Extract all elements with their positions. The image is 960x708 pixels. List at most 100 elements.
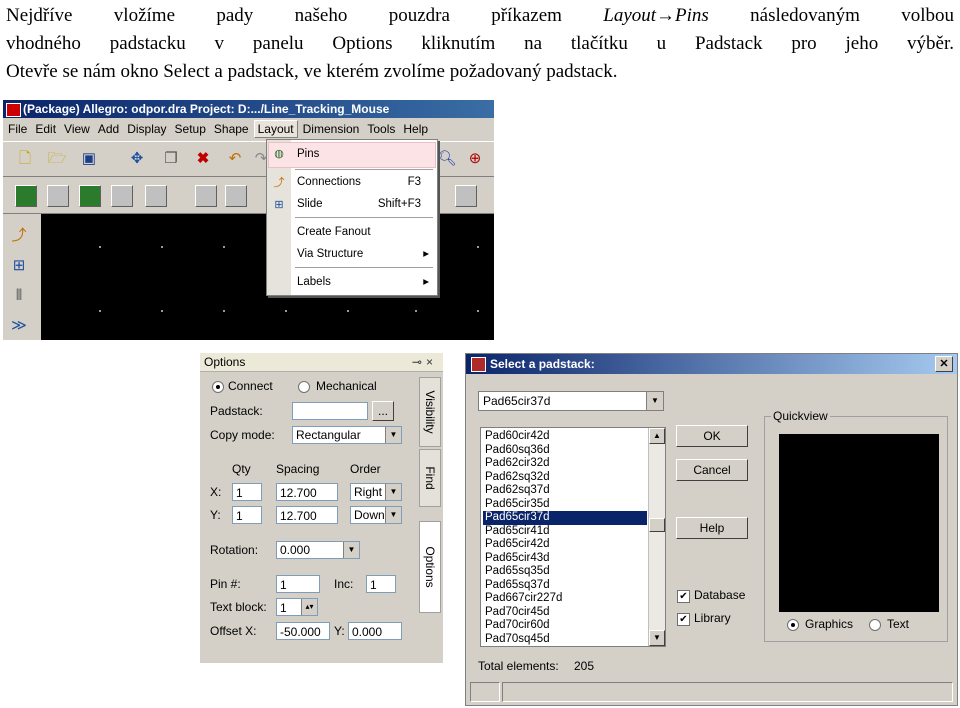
x-spacing-field[interactable]: 12.700 [276, 483, 338, 501]
list-item[interactable]: Pad70cir60d [483, 619, 647, 633]
ok-button[interactable]: OK [676, 425, 748, 447]
grid-icon[interactable] [225, 185, 247, 207]
menu-help[interactable]: Help [400, 119, 431, 139]
library-checkbox[interactable]: ✔ [677, 613, 690, 626]
grid-dot [477, 310, 479, 312]
pin-number-field[interactable]: 1 [276, 575, 320, 593]
database-checkbox[interactable]: ✔ [677, 590, 690, 603]
zoom-icon[interactable]: 🔍︎ [437, 149, 457, 169]
list-item[interactable]: Pad65sq35d [483, 565, 647, 579]
tab-find[interactable]: Find [419, 449, 441, 507]
list-item[interactable]: Pad667cir227d [483, 592, 647, 606]
y-order-select[interactable]: Down ▼ [350, 506, 402, 524]
open-folder-icon[interactable]: 🗁 [47, 149, 67, 169]
list-item[interactable]: Pad65cir35d [483, 498, 647, 512]
menu-item-connections[interactable]: Connections F3 [297, 173, 431, 191]
menu-view[interactable]: View [61, 119, 93, 139]
list-item[interactable]: Pad60sq36d [483, 444, 647, 458]
padstack-browse-button[interactable]: ... [372, 401, 394, 421]
menu-layout[interactable]: Layout [253, 120, 298, 138]
offset-y-field[interactable]: 0.000 [348, 622, 402, 640]
tab-options[interactable]: Options [419, 521, 441, 613]
menu-display[interactable]: Display [124, 119, 169, 139]
scroll-thumb[interactable] [649, 518, 665, 532]
list-item[interactable]: Pad62sq32d [483, 471, 647, 485]
radio-graphics[interactable] [787, 619, 799, 631]
outline-toggle-icon[interactable] [145, 185, 167, 207]
undo-icon[interactable]: ↶ [225, 149, 245, 169]
menu-item-slide[interactable]: Slide Shift+F3 [297, 195, 431, 213]
list-item[interactable]: Pad70sq45d [483, 633, 647, 647]
route-icon[interactable]: ⤴ [9, 226, 29, 246]
x-qty-field[interactable]: 1 [232, 483, 262, 501]
delete-icon[interactable]: ✖ [193, 149, 213, 169]
y-label: Y: [210, 508, 221, 522]
grid-dot [223, 246, 225, 248]
menu-add[interactable]: Add [95, 119, 122, 139]
cancel-button[interactable]: Cancel [676, 459, 748, 481]
y-spacing-field[interactable]: 12.700 [276, 506, 338, 524]
save-icon[interactable]: ▣ [79, 149, 99, 169]
menu-dimension[interactable]: Dimension [300, 119, 363, 139]
options-header: Options ⊸× [200, 353, 443, 372]
text-block-spinner[interactable]: 1 ▴▾ [276, 598, 318, 616]
new-file-icon[interactable]: 🗋 [15, 149, 35, 169]
slide-icon[interactable]: ⊞ [9, 256, 29, 276]
scroll-up-icon[interactable]: ▲ [649, 428, 665, 444]
text-label: Text [887, 617, 910, 631]
menu-setup[interactable]: Setup [172, 119, 209, 139]
copy-icon[interactable]: ❐ [161, 149, 181, 169]
menu-tools[interactable]: Tools [364, 119, 398, 139]
snap-icon[interactable] [195, 185, 217, 207]
list-item[interactable]: Pad60cir42d [483, 430, 647, 444]
move-icon[interactable]: ✥ [127, 149, 147, 169]
radio-connect[interactable] [212, 381, 224, 393]
via-icon[interactable]: ≫ [9, 316, 29, 336]
layer-toggle-icon[interactable] [15, 185, 37, 207]
tab-visibility[interactable]: Visibility [419, 377, 441, 447]
column-spacing: Spacing [276, 462, 320, 476]
library-label: Library [694, 611, 731, 625]
pad-toggle-icon[interactable] [47, 185, 69, 207]
rotation-select[interactable]: 0.000 ▼ [276, 541, 360, 559]
menu-file[interactable]: File [5, 119, 30, 139]
list-item[interactable]: Pad65cir43d [483, 552, 647, 566]
pin-icon[interactable]: ⊸ [412, 355, 426, 369]
menu-item-via-structure[interactable]: Via Structure ▸ [297, 245, 431, 263]
list-item[interactable]: Pad65cir42d [483, 538, 647, 552]
etch-toggle-icon[interactable] [79, 185, 101, 207]
list-item[interactable]: Pad65sq37d [483, 579, 647, 593]
select-padstack-dialog: Select a padstack: ✕ Pad65cir37d ▼ Pad60c… [465, 353, 958, 706]
close-icon[interactable]: ✕ [935, 356, 953, 372]
menu-shape[interactable]: Shape [211, 119, 252, 139]
menu-item-pins[interactable]: Pins [297, 145, 431, 163]
radio-mechanical[interactable] [298, 381, 310, 393]
fanout-icon[interactable]: ⫴ [9, 286, 29, 306]
view-icon[interactable] [455, 185, 477, 207]
list-scrollbar[interactable]: ▲ ▼ [648, 428, 665, 646]
menu-item-labels[interactable]: Labels ▸ [297, 273, 431, 291]
list-item-selected[interactable]: Pad65cir37d [483, 511, 647, 525]
slide-shortcut: Shift+F3 [377, 198, 421, 210]
scroll-down-icon[interactable]: ▼ [649, 630, 665, 646]
help-button[interactable]: Help [676, 517, 748, 539]
padstack-combo[interactable]: Pad65cir37d ▼ [478, 391, 664, 411]
list-item[interactable]: Pad62cir32d [483, 457, 647, 471]
list-item[interactable]: Pad62sq37d [483, 484, 647, 498]
menu-item-create-fanout[interactable]: Create Fanout [297, 223, 431, 241]
offset-x-field[interactable]: -50.000 [276, 622, 330, 640]
menu-edit[interactable]: Edit [32, 119, 59, 139]
spinner-arrows-icon[interactable]: ▴▾ [301, 599, 317, 615]
padstack-list[interactable]: Pad60cir42d Pad60sq36d Pad62cir32d Pad62… [480, 427, 666, 647]
y-qty-field[interactable]: 1 [232, 506, 262, 524]
shape-toggle-icon[interactable] [111, 185, 133, 207]
close-icon[interactable]: × [426, 355, 437, 369]
x-order-select[interactable]: Right ▼ [350, 483, 402, 501]
list-item[interactable]: Pad70cir45d [483, 606, 647, 620]
padstack-field[interactable] [292, 402, 368, 420]
zoom-in-icon[interactable]: ⊕ [465, 149, 485, 169]
copy-mode-select[interactable]: Rectangular ▼ [292, 426, 402, 444]
radio-text[interactable] [869, 619, 881, 631]
list-item[interactable]: Pad65cir41d [483, 525, 647, 539]
inc-field[interactable]: 1 [366, 575, 396, 593]
